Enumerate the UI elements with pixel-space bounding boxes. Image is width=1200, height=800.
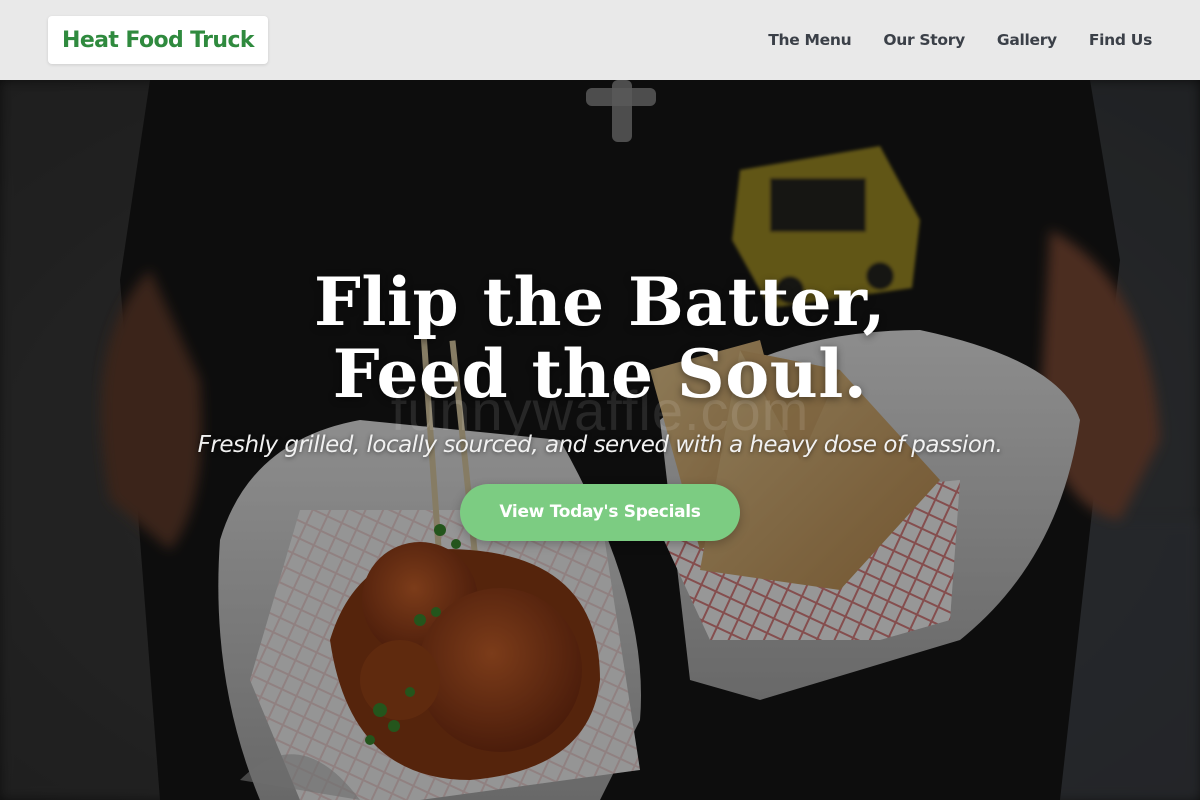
hero-section: funnywaffle.com Flip the Batter, Feed th…	[0, 80, 1200, 800]
hero-subtitle: Freshly grilled, locally sourced, and se…	[197, 432, 1003, 458]
hero-title-line1: Flip the Batter,	[313, 263, 887, 341]
site-logo[interactable]: Heat Food Truck	[48, 16, 268, 64]
nav-item-our-story[interactable]: Our Story	[883, 31, 965, 49]
nav-item-gallery[interactable]: Gallery	[997, 31, 1057, 49]
page: Heat Food Truck The Menu Our Story Galle…	[0, 0, 1200, 800]
hero-content: Flip the Batter, Feed the Soul. Freshly …	[0, 266, 1200, 541]
view-specials-button[interactable]: View Today's Specials	[460, 484, 740, 541]
main-nav: The Menu Our Story Gallery Find Us	[768, 0, 1152, 80]
nav-item-find-us[interactable]: Find Us	[1089, 31, 1152, 49]
hero-title: Flip the Batter, Feed the Soul.	[0, 266, 1200, 410]
hero-title-line2: Feed the Soul.	[332, 335, 868, 413]
site-header: Heat Food Truck The Menu Our Story Galle…	[0, 0, 1200, 80]
nav-item-the-menu[interactable]: The Menu	[768, 31, 851, 49]
